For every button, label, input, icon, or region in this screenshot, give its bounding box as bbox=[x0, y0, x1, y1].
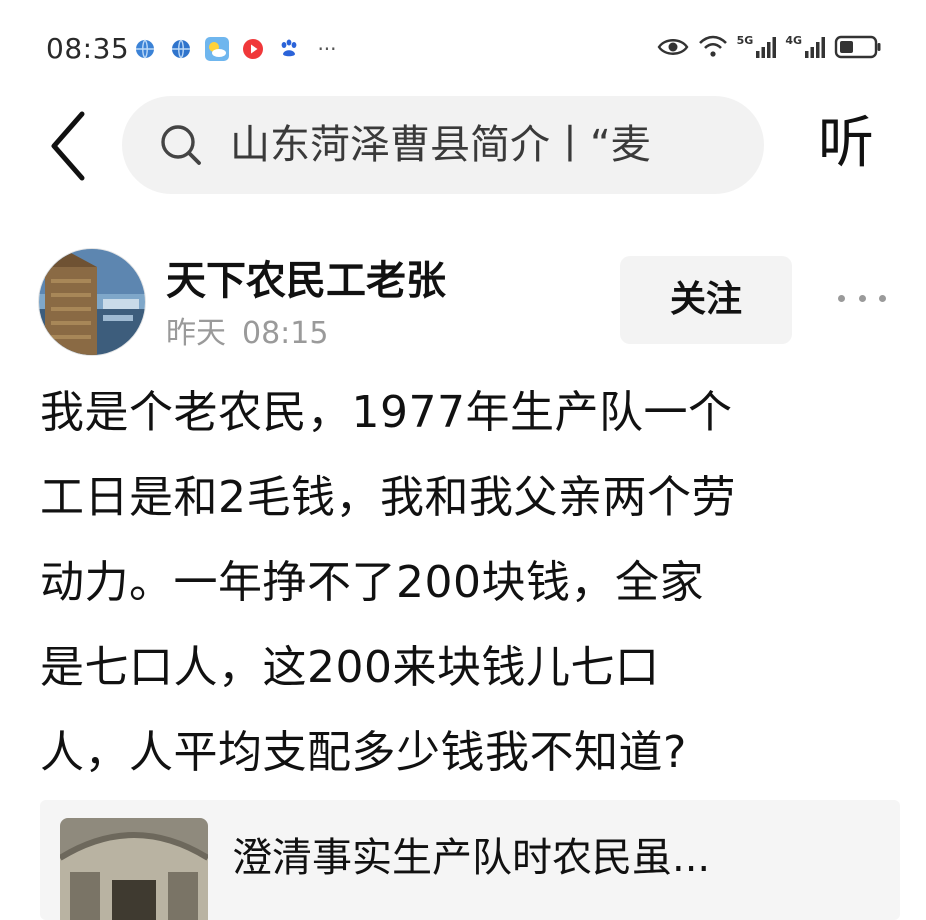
back-button[interactable] bbox=[44, 110, 92, 182]
listen-button[interactable]: 听 bbox=[806, 108, 886, 180]
post-text-line: 工日是和2毛钱，我和我父亲两个劳 bbox=[40, 472, 736, 523]
related-thumbnail-image bbox=[60, 818, 208, 920]
post-date: 昨天 bbox=[166, 316, 226, 351]
globe-icon bbox=[132, 36, 158, 62]
search-input[interactable]: 山东菏泽曹县简介丨“麦 bbox=[122, 96, 764, 194]
network-5g-label: 5G bbox=[736, 34, 754, 47]
avatar-image bbox=[39, 249, 145, 355]
post-meta: 昨天 08:15 bbox=[166, 314, 328, 354]
chevron-left-icon bbox=[51, 111, 85, 181]
more-dot bbox=[879, 294, 886, 302]
post-text-line: 我是个老农民，1977年生产队一个 bbox=[40, 387, 733, 438]
post-text-line: 是七口人，这200来块钱儿七口 bbox=[40, 642, 660, 693]
related-thumbnail bbox=[60, 818, 208, 920]
battery-icon bbox=[834, 34, 882, 60]
globe-icon bbox=[168, 36, 194, 62]
more-dot bbox=[838, 294, 845, 302]
baidu-paw-icon bbox=[276, 36, 302, 62]
status-indicators: 5G 4G bbox=[657, 34, 882, 60]
post-time: 08:15 bbox=[242, 316, 329, 351]
author-name[interactable]: 天下农民工老张 bbox=[166, 254, 446, 308]
more-options-button[interactable] bbox=[838, 284, 886, 312]
post-text-line: 人，人平均支配多少钱我不知道? bbox=[40, 727, 687, 778]
more-dot bbox=[858, 294, 866, 302]
eye-icon bbox=[657, 36, 689, 58]
related-title: 澄清事实生产队时农民虽... bbox=[232, 835, 711, 881]
more-notifications-icon: ··· bbox=[317, 37, 337, 61]
related-article-card[interactable]: 澄清事实生产队时农民虽... bbox=[40, 800, 900, 920]
status-time: 08:35 bbox=[46, 32, 130, 65]
notification-icons: ··· bbox=[132, 36, 342, 62]
weather-icon bbox=[204, 36, 230, 62]
signal-4g-icon: 4G bbox=[785, 35, 826, 59]
post-body: 我是个老农民，1977年生产队一个 工日是和2毛钱，我和我父亲两个劳 动力。一年… bbox=[40, 370, 890, 795]
follow-button[interactable]: 关注 bbox=[620, 256, 792, 344]
video-icon bbox=[240, 36, 266, 62]
signal-5g-icon: 5G bbox=[737, 35, 778, 59]
search-query-text: 山东菏泽曹县简介丨“麦 bbox=[230, 122, 651, 168]
avatar[interactable] bbox=[38, 248, 146, 356]
search-icon bbox=[161, 125, 201, 165]
network-4g-label: 4G bbox=[785, 34, 802, 47]
wifi-icon bbox=[697, 34, 729, 60]
status-bar: 08:35 ··· 5G 4G bbox=[0, 0, 926, 100]
post-text-line: 动力。一年挣不了200块钱，全家 bbox=[40, 557, 704, 608]
